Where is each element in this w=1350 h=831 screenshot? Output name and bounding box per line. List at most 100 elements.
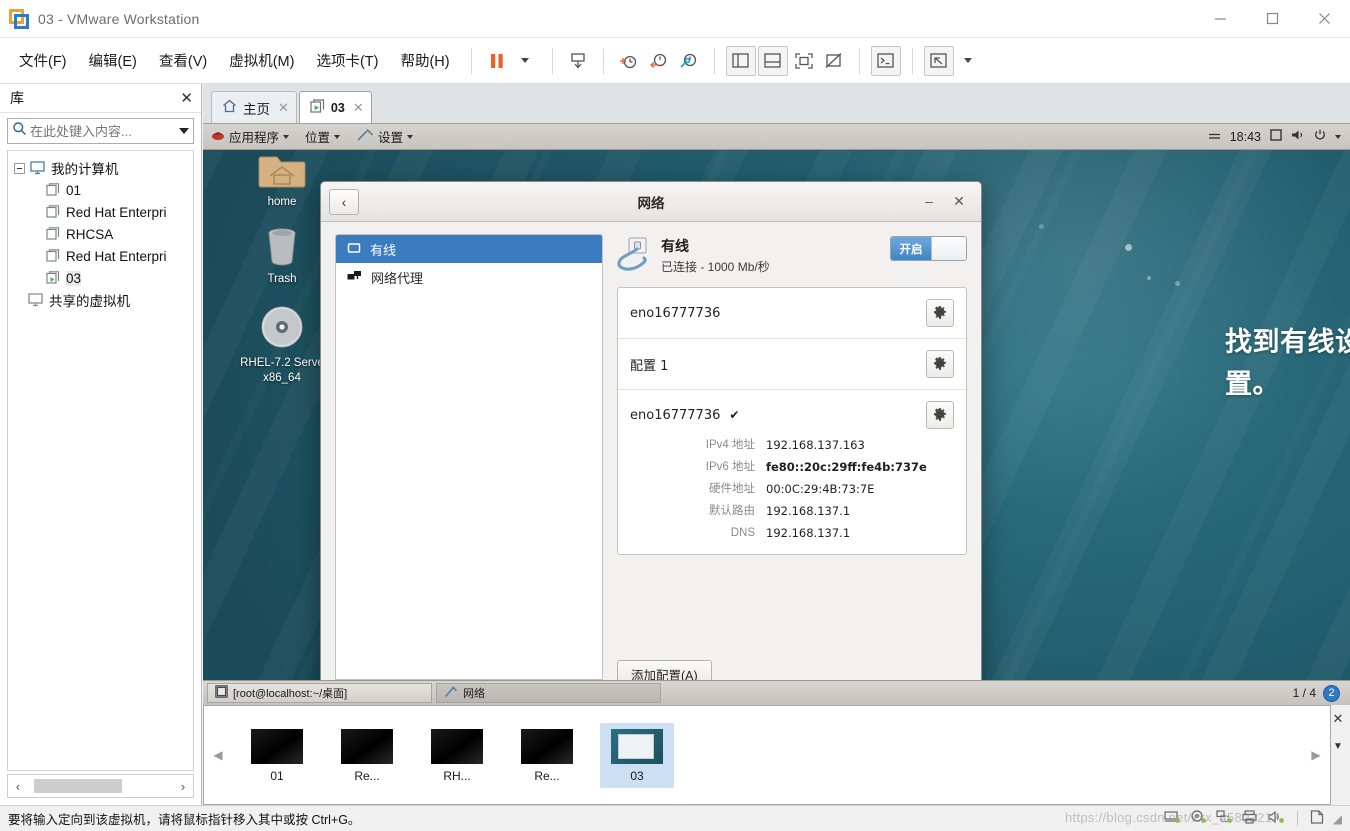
minimize-button[interactable] xyxy=(1194,0,1246,38)
wired-icon xyxy=(347,242,361,257)
volume-icon[interactable] xyxy=(1291,129,1305,144)
maximize-button[interactable] xyxy=(1246,0,1298,38)
sidebar-item-proxy[interactable]: 网络代理 xyxy=(336,263,602,291)
menu-tabs[interactable]: 选项卡(T) xyxy=(305,46,389,75)
tab-vm-03[interactable]: 03 ✕ xyxy=(298,91,372,123)
unity-mode-icon[interactable] xyxy=(819,46,849,76)
thumbstrip-next-arrow-icon[interactable]: ▶ xyxy=(1302,748,1330,762)
thumbstrip-close-button[interactable]: ✕ xyxy=(1333,711,1344,727)
network-adapter-icon[interactable] xyxy=(1216,810,1233,827)
connection-row-active[interactable]: eno16777736 ✔ xyxy=(618,390,966,433)
workspace-badge[interactable]: 2 xyxy=(1323,684,1340,702)
gear-icon[interactable] xyxy=(926,299,954,327)
search-input[interactable] xyxy=(30,123,176,139)
scroll-left-arrow-icon[interactable]: ‹ xyxy=(8,779,28,794)
menu-file[interactable]: 文件(F) xyxy=(8,46,78,75)
taskbar-item-network[interactable]: 网络 xyxy=(436,683,661,703)
tab-close-icon[interactable]: ✕ xyxy=(278,100,289,116)
tree-item-rhel-1[interactable]: Red Hat Enterpri xyxy=(14,201,193,223)
vm-thumbnail-strip[interactable]: ◀ 01 Re... RH... Re... 03 ▶ xyxy=(203,705,1331,805)
console-icon[interactable] xyxy=(870,45,901,76)
window-icon[interactable] xyxy=(1270,129,1282,144)
clock-label[interactable]: 18:43 xyxy=(1230,130,1261,144)
gnome-places-menu[interactable]: 位置 xyxy=(297,127,348,146)
gear-icon[interactable] xyxy=(926,401,954,429)
wired-toggle[interactable]: 开启 xyxy=(890,236,967,261)
vm-screen[interactable]: 应用程序 位置 设置 18:43 home Trash RHEL-7.2 Ser… xyxy=(203,124,1350,705)
printer-icon[interactable] xyxy=(1242,810,1259,827)
library-search[interactable] xyxy=(7,118,194,144)
sidebar-item-wired[interactable]: 有线 xyxy=(336,235,602,263)
tree-item-rhel-2[interactable]: Red Hat Enterpri xyxy=(14,245,193,267)
snapshot-manager-icon[interactable] xyxy=(674,46,704,76)
resize-grip-icon[interactable]: ◢ xyxy=(1333,812,1342,826)
scroll-right-arrow-icon[interactable]: › xyxy=(173,779,193,794)
detail-label: DNS xyxy=(730,527,755,539)
cd-drive-icon[interactable] xyxy=(1190,810,1207,827)
thumbnail-item[interactable]: Re... xyxy=(510,723,584,788)
tab-home[interactable]: 主页 ✕ xyxy=(211,91,297,123)
network-dialog[interactable]: ‹ 网络 – ✕ 有线 网络代理 有线 已连接 - 1000 Mb/秒 开启 e… xyxy=(320,181,982,705)
gear-icon[interactable] xyxy=(926,350,954,378)
scrollbar-thumb[interactable] xyxy=(34,779,122,793)
connection-row[interactable]: eno16777736 xyxy=(618,288,966,339)
connection-name: 配置 1 xyxy=(630,358,669,374)
connection-row[interactable]: 配置 1 xyxy=(618,339,966,390)
thumbstrip-chevron-down-icon[interactable]: ▼ xyxy=(1333,741,1343,752)
menu-edit[interactable]: 编辑(E) xyxy=(78,46,148,75)
network-type-list[interactable]: 有线 网络代理 xyxy=(335,234,603,679)
thumbnail-item-selected[interactable]: 03 xyxy=(600,722,674,788)
collapse-expander-icon[interactable] xyxy=(14,162,25,174)
suspend-icon[interactable] xyxy=(482,46,512,76)
library-tree[interactable]: 我的计算机 01 Red Hat Enterpri RHCSA Red Hat … xyxy=(7,150,194,771)
tree-item-vm-03[interactable]: 03 xyxy=(14,267,193,289)
thumbstrip-prev-arrow-icon[interactable]: ◀ xyxy=(204,748,232,762)
tree-item-vm-01[interactable]: 01 xyxy=(14,179,193,201)
desktop-icon-home[interactable]: home xyxy=(234,149,330,210)
menu-help[interactable]: 帮助(H) xyxy=(389,46,460,75)
power-icon[interactable] xyxy=(1314,129,1326,144)
library-horizontal-scrollbar[interactable]: ‹ › xyxy=(7,774,194,798)
tree-label: 03 xyxy=(66,270,82,286)
library-close-button[interactable]: ✕ xyxy=(180,91,193,106)
settings-label: 设置 xyxy=(378,131,404,145)
gnome-status-area[interactable]: 18:43 xyxy=(1208,129,1350,144)
accessibility-icon[interactable] xyxy=(1208,130,1221,144)
tree-item-shared-vms[interactable]: 共享的虚拟机 xyxy=(14,289,193,311)
snapshot-take-icon[interactable] xyxy=(563,46,593,76)
gnome-settings-menu[interactable]: 设置 xyxy=(348,127,421,146)
snapshot-add-icon[interactable] xyxy=(614,46,644,76)
toolbar-divider-3 xyxy=(602,47,604,74)
tree-label: 01 xyxy=(66,182,82,198)
tree-item-rhcsa[interactable]: RHCSA xyxy=(14,223,193,245)
dialog-minimize-button[interactable]: – xyxy=(921,193,937,210)
taskbar-item-terminal[interactable]: [root@localhost:~/桌面] xyxy=(207,683,432,703)
show-library-icon[interactable] xyxy=(725,45,756,76)
stretch-guest-icon[interactable] xyxy=(923,45,954,76)
thumbnail-item[interactable]: RH... xyxy=(420,723,494,788)
gnome-applications-menu[interactable]: 应用程序 xyxy=(203,127,297,146)
hard-disk-icon[interactable] xyxy=(1164,810,1181,827)
toggle-knob[interactable] xyxy=(931,237,966,260)
wallpaper-dot xyxy=(1039,224,1044,229)
toggle-on-label: 开启 xyxy=(891,237,931,260)
tab-close-icon[interactable]: ✕ xyxy=(353,100,364,116)
workspace-switcher[interactable]: 1 / 4 2 xyxy=(1293,684,1346,702)
chevron-down-icon[interactable] xyxy=(179,128,189,134)
snapshot-revert-icon[interactable] xyxy=(644,46,674,76)
usb-device-icon[interactable] xyxy=(1310,810,1324,827)
desktop-icon-trash[interactable]: Trash xyxy=(234,224,330,287)
tree-item-my-computer[interactable]: 我的计算机 xyxy=(14,157,193,179)
stretch-dropdown-icon[interactable] xyxy=(955,46,985,76)
show-thumbnails-icon[interactable] xyxy=(757,45,788,76)
dialog-close-button[interactable]: ✕ xyxy=(951,193,967,210)
chevron-down-icon[interactable] xyxy=(1335,134,1341,139)
menu-view[interactable]: 查看(V) xyxy=(148,46,218,75)
close-button[interactable] xyxy=(1298,0,1350,38)
thumbnail-item[interactable]: 01 xyxy=(240,723,314,788)
suspend-dropdown-icon[interactable] xyxy=(512,46,542,76)
fullscreen-icon[interactable] xyxy=(789,46,819,76)
menu-vm[interactable]: 虚拟机(M) xyxy=(218,46,305,75)
thumbnail-item[interactable]: Re... xyxy=(330,723,404,788)
sound-card-icon[interactable] xyxy=(1268,810,1285,827)
